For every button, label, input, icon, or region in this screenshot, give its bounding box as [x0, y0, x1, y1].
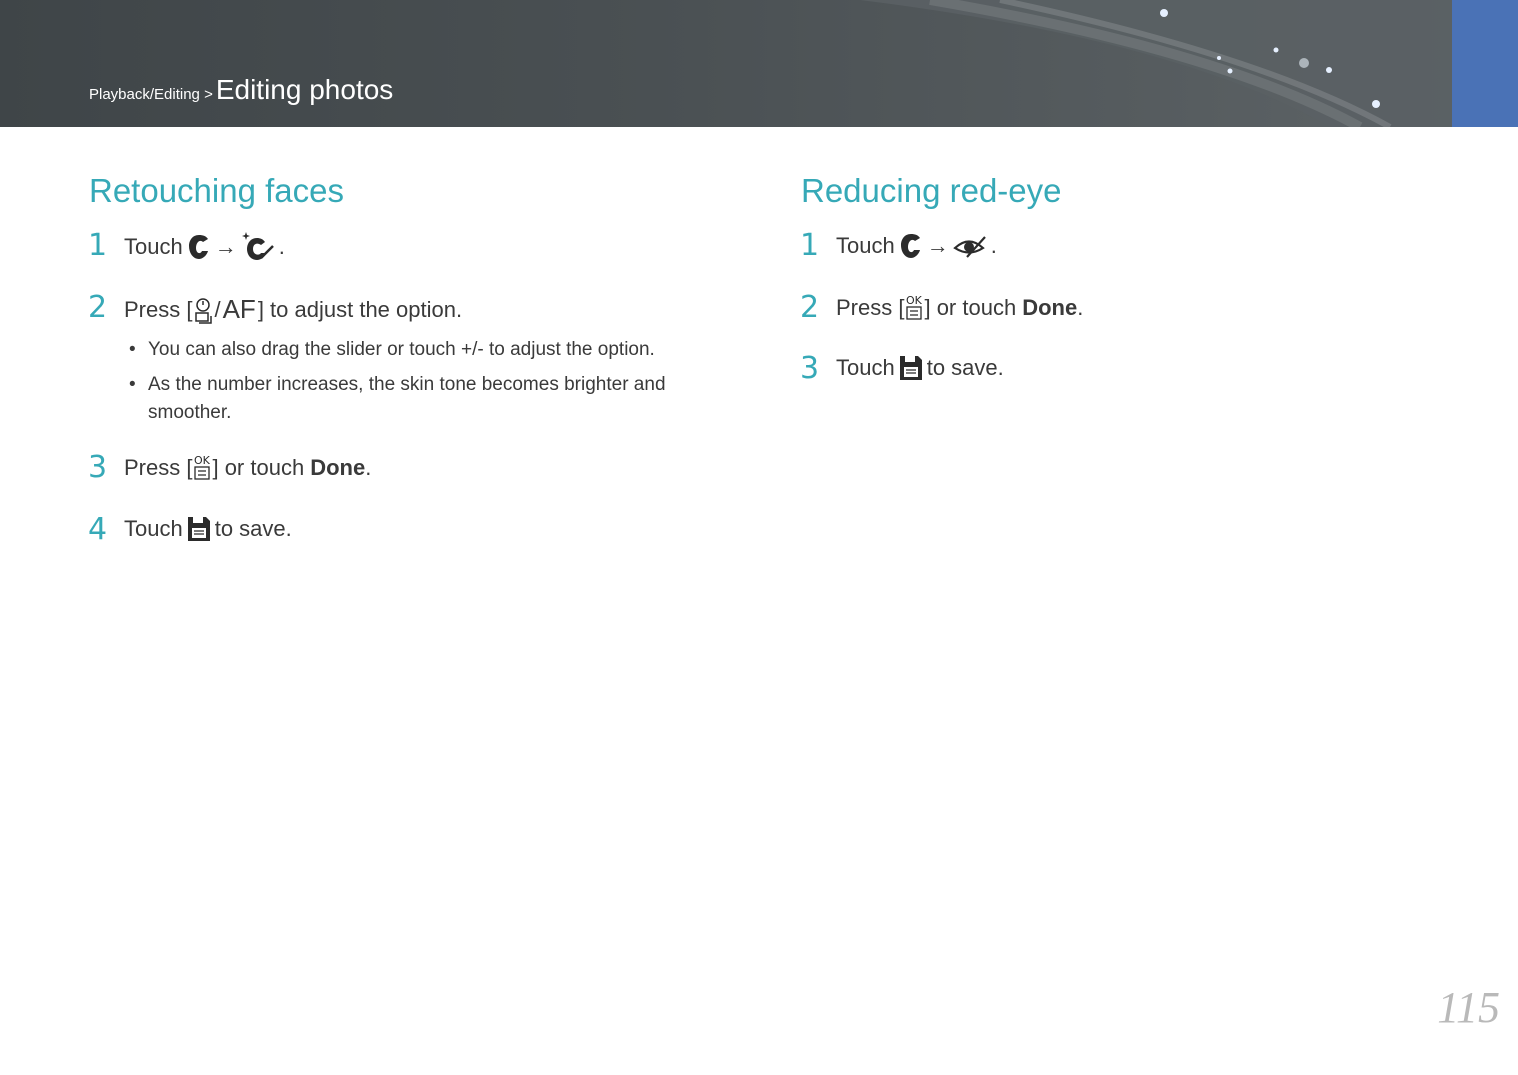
step-text: Press [: [124, 296, 193, 322]
breadcrumb-parent: Playback/Editing >: [89, 86, 213, 103]
arrow: →: [926, 233, 949, 258]
step-3-text: Touch to save.: [836, 355, 1004, 381]
step-number: 1: [88, 228, 108, 263]
step-text: Touch: [124, 516, 183, 541]
save-icon: [187, 516, 211, 542]
step-text: .: [1077, 295, 1084, 320]
step-number: 2: [800, 290, 820, 325]
bullet-item: As the number increases, the skin tone b…: [129, 371, 708, 427]
ok-button-icon: OK: [193, 454, 211, 482]
step-text: .: [990, 233, 997, 258]
save-icon: [899, 355, 923, 381]
done-label: Done: [310, 455, 366, 480]
step-text: Touch: [836, 355, 895, 380]
step-text: ] to adjust the option.: [257, 296, 463, 322]
separator: /: [214, 296, 221, 322]
page-number: 115: [1437, 983, 1500, 1032]
self-timer-icon: [193, 296, 213, 324]
edit-face-icon: [899, 232, 923, 260]
step-number: 4: [88, 512, 108, 547]
page-header: Playback/Editing > Editing photos: [0, 0, 1452, 127]
edit-face-icon: [187, 233, 211, 261]
step-text: Press [: [124, 455, 193, 480]
step-4-text: Touch to save.: [124, 516, 292, 542]
svg-text:OK: OK: [906, 294, 923, 307]
step-number: 3: [88, 450, 108, 485]
done-label: Done: [1022, 295, 1078, 320]
step-3-text: Press [ OK ] or touch Done .: [124, 454, 371, 482]
step-text: Touch: [124, 234, 183, 259]
svg-text:OK: OK: [194, 454, 211, 467]
step-number: 1: [800, 228, 820, 263]
breadcrumb: Playback/Editing > Editing photos: [89, 74, 393, 106]
step-text: ] or touch: [924, 295, 1017, 320]
step-text: to save.: [214, 516, 292, 541]
step-number: 2: [88, 290, 108, 325]
breadcrumb-current: Editing photos: [215, 74, 394, 105]
header-tab: [1452, 0, 1518, 127]
header-decoration: [860, 0, 1452, 127]
ok-button-icon: OK: [905, 294, 923, 322]
step-2-text: Press [ OK ] or touch Done .: [836, 294, 1083, 322]
section-title-red-eye: Reducing red-eye: [801, 172, 1062, 209]
step-1-text: Touch → .: [836, 232, 997, 260]
face-retouch-icon: [241, 232, 275, 262]
bullet-item: You can also drag the slider or touch +/…: [129, 336, 708, 364]
red-eye-icon: [952, 233, 987, 259]
step-text: ] or touch: [212, 455, 305, 480]
step-text: .: [365, 455, 372, 480]
arrow: →: [214, 234, 237, 259]
step-text: Press [: [836, 295, 905, 320]
af-label: AF: [222, 294, 256, 324]
step-text: to save.: [926, 355, 1004, 380]
step-2-text: Press [ / AF ] to adjust the option.: [124, 294, 462, 325]
step-text: .: [278, 234, 285, 259]
step-1-text: Touch → .: [124, 232, 285, 262]
step-text: Touch: [836, 233, 895, 258]
section-title-retouching: Retouching faces: [89, 172, 344, 209]
step-number: 3: [800, 351, 820, 386]
